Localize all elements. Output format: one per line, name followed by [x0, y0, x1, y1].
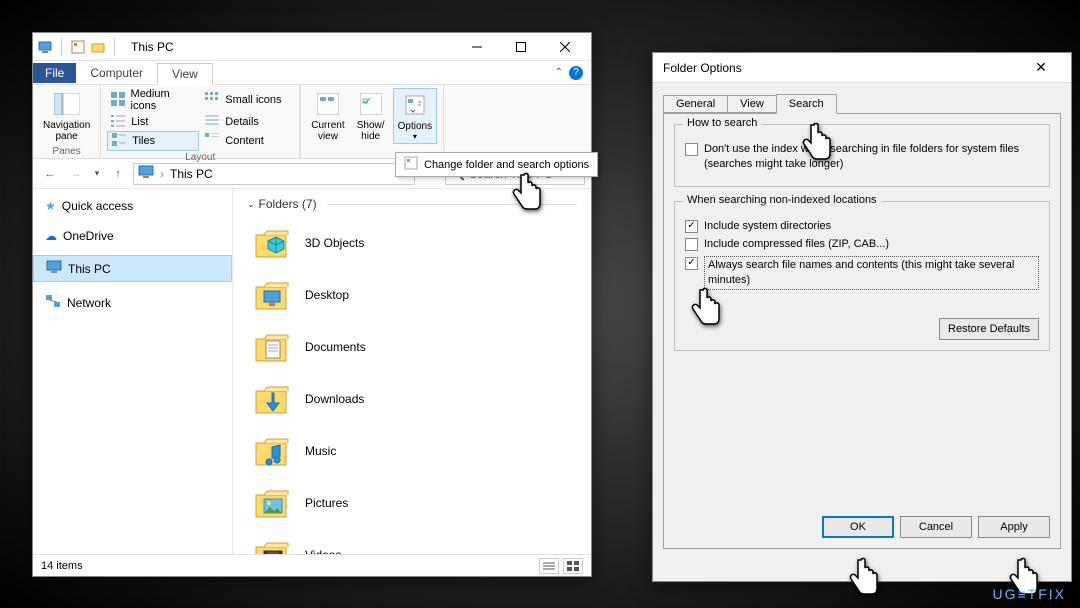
explorer-window: This PC File Computer View ⌃ ? Navigatio…	[32, 32, 592, 577]
layout-small-icons[interactable]: Small icons	[201, 91, 293, 109]
file-tab[interactable]: File	[33, 63, 76, 83]
folder-label: Desktop	[305, 288, 349, 302]
options-button[interactable]: Options ▾	[393, 88, 437, 144]
up-button[interactable]: ↑	[107, 163, 129, 185]
folder-item[interactable]: Pictures	[247, 477, 577, 529]
network-icon	[45, 294, 61, 311]
ok-button[interactable]: OK	[822, 516, 894, 538]
ribbon-group-panes: Navigation pane Panes	[33, 85, 101, 158]
label-system-dirs: Include system directories	[704, 219, 831, 234]
tab-computer[interactable]: Computer	[76, 63, 157, 83]
dialog-close-button[interactable]: ✕	[1021, 59, 1061, 76]
view-details-toggle[interactable]	[539, 558, 559, 574]
tab-general[interactable]: General	[663, 95, 728, 113]
ribbon-group-layout: Medium icons Small icons List Details Ti…	[101, 85, 300, 158]
folder-item[interactable]: Music	[247, 425, 577, 477]
this-pc-icon	[46, 260, 62, 277]
this-pc-icon	[37, 39, 53, 55]
show-hide-button[interactable]: Show/ hide	[353, 88, 389, 144]
help-icon[interactable]: ?	[569, 66, 583, 80]
checkbox-compressed[interactable]	[685, 238, 698, 251]
nav-quick-access[interactable]: ★Quick access	[33, 195, 232, 217]
folder-options-titlebar: Folder Options ✕	[653, 53, 1071, 83]
minimize-button[interactable]	[455, 33, 499, 61]
explorer-titlebar: This PC	[33, 33, 591, 61]
ribbon-tabs: File Computer View ⌃ ?	[33, 61, 591, 85]
tab-search[interactable]: Search	[776, 94, 837, 114]
cloud-icon: ☁	[45, 229, 57, 243]
options-tooltip: Change folder and search options	[395, 152, 598, 177]
breadcrumb[interactable]: This PC	[170, 167, 213, 181]
nav-onedrive[interactable]: ☁OneDrive	[33, 225, 232, 247]
folder-icon	[253, 433, 293, 469]
checkbox-system-dirs[interactable]	[685, 220, 698, 233]
folder-icon	[253, 277, 293, 313]
cancel-button[interactable]: Cancel	[900, 516, 972, 538]
folder-icon	[253, 381, 293, 417]
back-button[interactable]: ←	[39, 163, 61, 185]
tab-view[interactable]: View	[157, 63, 213, 85]
group-how-to-search: How to search Don't use the index when s…	[674, 124, 1050, 187]
checkbox-always-search[interactable]	[685, 257, 698, 270]
label-compressed: Include compressed files (ZIP, CAB...)	[704, 237, 889, 252]
folder-label: Videos	[305, 548, 341, 554]
nav-this-pc[interactable]: This PC	[33, 255, 232, 282]
address-bar[interactable]: › This PC ⌄	[133, 163, 415, 185]
watermark: UG≡TFIX	[993, 586, 1067, 602]
layout-content[interactable]: Content	[201, 132, 293, 150]
folder-icon	[253, 329, 293, 365]
layout-medium-icons[interactable]: Medium icons	[107, 87, 199, 113]
folder-label: 3D Objects	[305, 236, 364, 250]
chevron-down-icon: ⌄	[247, 199, 255, 210]
options-tooltip-icon	[404, 156, 418, 173]
content-pane: ⌄ Folders (7) 3D Objects Desktop Documents…	[233, 189, 591, 554]
qat-new-folder-icon[interactable]	[90, 39, 106, 55]
ribbon-collapse-icon[interactable]: ⌃	[555, 67, 563, 78]
recent-dropdown[interactable]: ▾	[91, 163, 103, 185]
layout-list[interactable]: List	[107, 113, 199, 131]
label-no-index: Don't use the index when searching in fi…	[704, 142, 1039, 173]
tab-view[interactable]: View	[727, 95, 777, 113]
current-view-button[interactable]: Current view	[307, 88, 348, 144]
folder-label: Pictures	[305, 496, 348, 510]
layout-tiles[interactable]: Tiles	[107, 131, 199, 151]
folders-header[interactable]: ⌄ Folders (7)	[247, 197, 577, 211]
dialog-title: Folder Options	[663, 61, 742, 75]
group-non-indexed: When searching non-indexed locations Inc…	[674, 201, 1050, 351]
folder-label: Documents	[305, 340, 366, 354]
view-tiles-toggle[interactable]	[563, 558, 583, 574]
maximize-button[interactable]	[499, 33, 543, 61]
folder-item[interactable]: Videos	[247, 529, 577, 554]
folder-options-dialog: Folder Options ✕ General View Search How…	[652, 52, 1072, 582]
window-title: This PC	[131, 40, 174, 54]
navigation-pane: ★Quick access ☁OneDrive This PC Network	[33, 189, 233, 554]
folder-item[interactable]: Downloads	[247, 373, 577, 425]
layout-details[interactable]: Details	[201, 113, 293, 131]
close-button[interactable]	[543, 33, 587, 61]
folder-icon	[253, 537, 293, 554]
status-bar: 14 items	[33, 554, 591, 576]
label-always-search: Always search file names and contents (t…	[704, 256, 1039, 291]
nav-network[interactable]: Network	[33, 290, 232, 315]
folder-label: Music	[305, 444, 336, 458]
apply-button[interactable]: Apply	[978, 516, 1050, 538]
forward-button[interactable]: →	[65, 163, 87, 185]
restore-defaults-button[interactable]: Restore Defaults	[939, 318, 1039, 340]
folder-label: Downloads	[305, 392, 364, 406]
checkbox-no-index[interactable]	[685, 143, 698, 156]
status-text: 14 items	[41, 560, 83, 572]
qat-properties-icon[interactable]	[70, 39, 86, 55]
ribbon-group-label-panes: Panes	[52, 145, 80, 158]
folder-icon	[253, 225, 293, 261]
navigation-pane-button[interactable]: Navigation pane	[39, 88, 94, 144]
this-pc-icon	[138, 165, 154, 182]
folder-item[interactable]: Desktop	[247, 269, 577, 321]
folder-item[interactable]: Documents	[247, 321, 577, 373]
folder-icon	[253, 485, 293, 521]
star-icon: ★	[45, 199, 56, 213]
ribbon-body: Navigation pane Panes Medium icons Small…	[33, 85, 591, 159]
folder-item[interactable]: 3D Objects	[247, 217, 577, 269]
